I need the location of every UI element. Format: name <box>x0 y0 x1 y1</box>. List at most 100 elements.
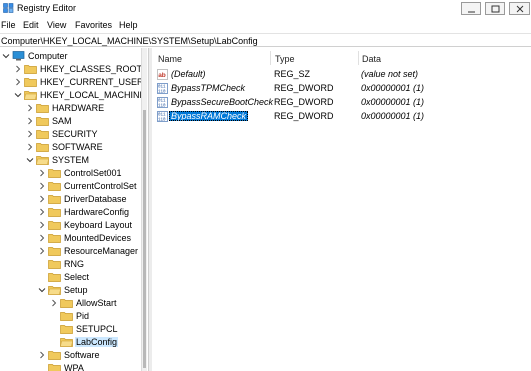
tree-node-label[interactable]: Pid <box>75 311 90 321</box>
chevron-right-icon[interactable] <box>26 117 34 125</box>
tree-node-label[interactable]: Select <box>63 272 90 282</box>
tree-node[interactable]: Setup <box>0 284 140 297</box>
tree-node-label[interactable]: SAM <box>51 116 73 126</box>
chevron-right-icon[interactable] <box>38 234 46 242</box>
folder-icon <box>48 273 61 282</box>
tree-node[interactable]: Computer <box>0 50 140 63</box>
pane-splitter[interactable] <box>148 48 152 371</box>
tree-node[interactable]: ResourceManager <box>0 245 140 258</box>
tree-node[interactable]: SECURITY <box>0 128 140 141</box>
tree-node-label[interactable]: ResourceManager <box>63 246 139 256</box>
folder-icon <box>36 130 49 139</box>
menu-edit[interactable]: Edit <box>23 20 39 30</box>
menu-favorites[interactable]: Favorites <box>75 20 112 30</box>
tree-node[interactable]: SYSTEM <box>0 154 140 167</box>
value-row[interactable]: 011 110 BypassRAMCheck REG_DWORD 0x00000001 … <box>153 110 531 123</box>
tree-node[interactable]: DriverDatabase <box>0 193 140 206</box>
tree-node-label[interactable]: DriverDatabase <box>63 194 128 204</box>
tree-node[interactable]: LabConfig <box>0 336 140 349</box>
chevron-right-icon[interactable] <box>38 208 46 216</box>
tree-node-label[interactable]: Computer <box>27 51 69 61</box>
close-button[interactable] <box>509 2 530 15</box>
tree-node[interactable]: ControlSet001 <box>0 167 140 180</box>
value-row[interactable]: 011 110 BypassTPMCheck REG_DWORD 0x00000001 … <box>153 82 531 95</box>
chevron-right-icon[interactable] <box>26 143 34 151</box>
tree-node[interactable]: HardwareConfig <box>0 206 140 219</box>
tree-node[interactable]: HKEY_LOCAL_MACHINE <box>0 89 146 102</box>
column-divider[interactable] <box>358 51 359 65</box>
tree-node[interactable]: Pid <box>0 310 140 323</box>
tree-node[interactable]: SAM <box>0 115 140 128</box>
tree-node-label[interactable]: HardwareConfig <box>63 207 130 217</box>
tree-node-label[interactable]: HKEY_LOCAL_MACHINE <box>39 90 147 100</box>
tree-scrollbar-thumb[interactable] <box>143 110 146 368</box>
value-name[interactable]: BypassTPMCheck <box>169 83 247 93</box>
chevron-right-icon[interactable] <box>14 65 22 73</box>
chevron-right-icon[interactable] <box>26 104 34 112</box>
value-row[interactable]: ab (Default) REG_SZ (value not set) <box>153 68 531 81</box>
tree-node[interactable]: HARDWARE <box>0 102 140 115</box>
column-header-data[interactable]: Data <box>362 54 381 64</box>
menu-help[interactable]: Help <box>119 20 138 30</box>
chevron-down-icon[interactable] <box>2 52 10 60</box>
value-row[interactable]: 011 110 BypassSecureBootCheck REG_DWORD 0x00… <box>153 96 531 109</box>
chevron-right-icon[interactable] <box>14 78 22 86</box>
tree-node-label[interactable]: Setup <box>63 285 89 295</box>
tree-node-label[interactable]: HKEY_CURRENT_USER <box>39 77 145 87</box>
menu-file[interactable]: File <box>1 20 16 30</box>
chevron-right-icon[interactable] <box>38 182 46 190</box>
column-divider[interactable] <box>270 51 271 65</box>
tree-node-label[interactable]: SYSTEM <box>51 155 90 165</box>
maximize-button[interactable] <box>485 2 505 15</box>
tree-node-label[interactable]: WPA <box>63 363 85 371</box>
column-header-name[interactable]: Name <box>158 54 182 64</box>
tree-node[interactable]: CurrentControlSet <box>0 180 140 193</box>
tree-node[interactable]: Software <box>0 349 140 362</box>
chevron-right-icon[interactable] <box>50 299 58 307</box>
menu-view[interactable]: View <box>47 20 66 30</box>
address-bar[interactable]: Computer\HKEY_LOCAL_MACHINE\SYSTEM\Setup… <box>0 33 531 47</box>
tree-node-label[interactable]: MountedDevices <box>63 233 132 243</box>
tree-node[interactable]: SETUPCL <box>0 323 140 336</box>
tree-node-label[interactable]: LabConfig <box>75 337 119 347</box>
tree-node-label[interactable]: SOFTWARE <box>51 142 104 152</box>
tree-node[interactable]: MountedDevices <box>0 232 140 245</box>
address-path[interactable]: Computer\HKEY_LOCAL_MACHINE\SYSTEM\Setup… <box>1 36 258 46</box>
chevron-right-icon[interactable] <box>38 195 46 203</box>
folder-icon <box>24 65 37 74</box>
value-name[interactable]: BypassSecureBootCheck <box>169 97 275 107</box>
chevron-down-icon[interactable] <box>14 91 22 99</box>
tree-node-label[interactable]: SECURITY <box>51 129 99 139</box>
chevron-right-icon[interactable] <box>26 130 34 138</box>
chevron-right-icon[interactable] <box>38 221 46 229</box>
tree-node-label[interactable]: HKEY_CLASSES_ROOT <box>39 64 143 74</box>
chevron-right-icon[interactable] <box>38 169 46 177</box>
tree-node-label[interactable]: RNG <box>63 259 85 269</box>
tree-node[interactable]: Keyboard Layout <box>0 219 140 232</box>
chevron-right-icon[interactable] <box>38 247 46 255</box>
tree-node[interactable]: SOFTWARE <box>0 141 140 154</box>
tree-node[interactable]: HKEY_CLASSES_ROOT <box>0 63 143 76</box>
chevron-right-icon[interactable] <box>38 351 46 359</box>
tree-node-label[interactable]: Software <box>63 350 101 360</box>
value-name[interactable]: BypassRAMCheck <box>169 111 249 121</box>
column-header-type[interactable]: Type <box>275 54 295 64</box>
tree-node[interactable]: HKEY_CURRENT_USER <box>0 76 144 89</box>
title-bar: Registry Editor <box>0 0 531 17</box>
tree-node-label[interactable]: AllowStart <box>75 298 118 308</box>
tree-node[interactable]: AllowStart <box>0 297 140 310</box>
tree-node[interactable]: Select <box>0 271 140 284</box>
tree-node-label[interactable]: SETUPCL <box>75 324 119 334</box>
tree-node-label[interactable]: HARDWARE <box>51 103 105 113</box>
tree-scrollbar[interactable] <box>141 48 147 371</box>
minimize-button[interactable] <box>461 2 481 15</box>
tree-node[interactable]: RNG <box>0 258 140 271</box>
tree-node-label[interactable]: ControlSet001 <box>63 168 123 178</box>
chevron-down-icon[interactable] <box>26 156 34 164</box>
tree-node-label[interactable]: CurrentControlSet <box>63 181 138 191</box>
chevron-down-icon[interactable] <box>38 286 46 294</box>
tree-node[interactable]: WPA <box>0 362 140 371</box>
folder-icon <box>48 364 61 371</box>
tree-node-label[interactable]: Keyboard Layout <box>63 220 133 230</box>
value-name[interactable]: (Default) <box>169 69 208 79</box>
